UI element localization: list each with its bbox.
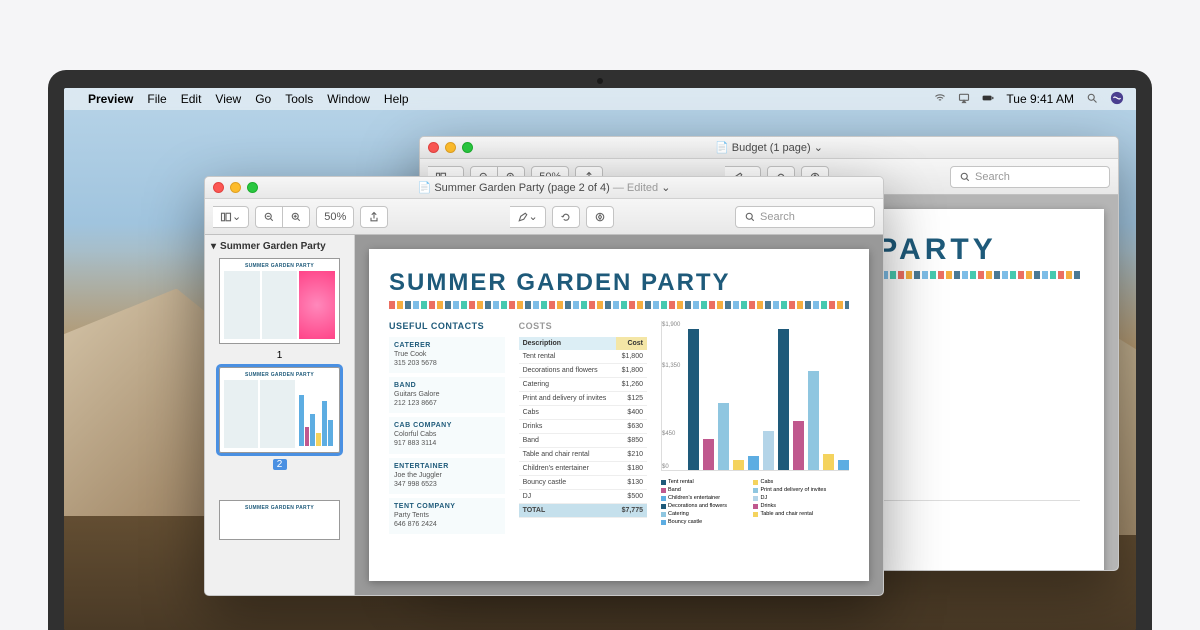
costs-heading: COSTS	[519, 321, 647, 331]
legend-item: Decorations and flowers	[661, 503, 747, 509]
menu-window[interactable]: Window	[327, 92, 370, 106]
rotate-button[interactable]	[552, 206, 580, 228]
contact-block: ENTERTAINERJoe the Juggler347 998 6523	[389, 458, 505, 494]
view-mode-button[interactable]: ⌄	[213, 206, 249, 228]
table-row: Tent rental$1,800	[519, 350, 647, 364]
legend-item: Drinks	[753, 503, 839, 509]
minimize-button[interactable]	[230, 182, 241, 193]
contact-block: CATERERTrue Cook315 203 5678	[389, 337, 505, 373]
table-row: DJ$500	[519, 490, 647, 504]
toolbar: ⌄ 50% ⌄ Search	[205, 199, 883, 235]
markup-button[interactable]	[586, 206, 614, 228]
chart-bar	[808, 371, 819, 470]
table-row: Print and delivery of invites$125	[519, 392, 647, 406]
total-row: TOTAL$7,775	[519, 504, 647, 518]
battery-icon[interactable]	[982, 92, 994, 107]
chart-bar	[703, 439, 714, 470]
legend-item: Catering	[661, 511, 747, 517]
title-chevron-icon[interactable]: ⌄	[661, 182, 670, 194]
zoom-in-button[interactable]	[283, 206, 310, 228]
window-title: Budget (1 page)	[732, 142, 811, 154]
chart-bar	[688, 329, 699, 470]
table-row: Table and chair rental$210	[519, 448, 647, 462]
menubar-clock[interactable]: Tue 9:41 AM	[1006, 92, 1074, 106]
zoom-level[interactable]: 50%	[316, 206, 354, 228]
menu-help[interactable]: Help	[384, 92, 409, 106]
costs-table: DescriptionCost Tent rental$1,800Decorat…	[519, 337, 647, 518]
title-chevron-icon[interactable]: ⌄	[814, 142, 823, 154]
bunting-decoration	[389, 301, 849, 309]
legend-item: Cabs	[753, 479, 839, 485]
zoom-out-button[interactable]	[255, 206, 283, 228]
page-number-selected: 2	[273, 459, 287, 470]
thumbnails-sidebar: ▾ Summer Garden Party SUMMER GARDEN PART…	[205, 235, 355, 595]
siri-icon[interactable]	[1110, 91, 1124, 108]
party-window[interactable]: 📄 Summer Garden Party (page 2 of 4) — Ed…	[204, 176, 884, 596]
legend-item: Table and chair rental	[753, 511, 839, 517]
legend-item: Children's entertainer	[661, 495, 747, 501]
search-input[interactable]: Search	[735, 206, 875, 228]
menu-edit[interactable]: Edit	[181, 92, 202, 106]
menu-file[interactable]: File	[147, 92, 166, 106]
table-row: Catering$1,260	[519, 378, 647, 392]
window-title: Summer Garden Party (page 2 of 4)	[434, 182, 609, 194]
menu-tools[interactable]: Tools	[285, 92, 313, 106]
legend-item: DJ	[753, 495, 839, 501]
chart-bar	[838, 460, 849, 470]
contact-block: CAB COMPANYColorful Cabs917 883 3114	[389, 417, 505, 453]
titlebar[interactable]: 📄 Summer Garden Party (page 2 of 4) — Ed…	[205, 177, 883, 199]
camera-dot	[597, 78, 603, 84]
contact-block: TENT COMPANYParty Tents646 876 2424	[389, 498, 505, 534]
contacts-heading: USEFUL CONTACTS	[389, 321, 505, 331]
legend-item: Tent rental	[661, 479, 747, 485]
page-thumbnail-1[interactable]: SUMMER GARDEN PARTY	[219, 258, 340, 344]
page-number: 1	[211, 350, 348, 361]
close-button[interactable]	[428, 142, 439, 153]
chart-bar	[718, 403, 729, 470]
chart-bar	[733, 460, 744, 470]
table-row: Children's entertainer$180	[519, 462, 647, 476]
airplay-icon[interactable]	[958, 92, 970, 107]
menu-view[interactable]: View	[215, 92, 241, 106]
wifi-icon[interactable]	[934, 92, 946, 107]
doc-title: SUMMER GARDEN PARTY	[389, 269, 849, 297]
cost-chart: $1,900$1,350$450$0	[661, 321, 849, 471]
table-row: Band$850	[519, 434, 647, 448]
chart-bar	[778, 329, 789, 470]
contacts-list: CATERERTrue Cook315 203 5678 BANDGuitars …	[389, 337, 505, 534]
desktop-screen: Preview File Edit View Go Tools Window H…	[64, 88, 1136, 630]
document-page: SUMMER GARDEN PARTY USEFUL CONTACTS CATE…	[369, 249, 869, 581]
page-thumbnail-2[interactable]: SUMMER GARDEN PARTY	[219, 367, 340, 453]
chart-bar	[763, 431, 774, 470]
spotlight-icon[interactable]	[1086, 92, 1098, 107]
sidebar-doc-title[interactable]: ▾ Summer Garden Party	[211, 241, 348, 252]
laptop-bezel: Preview File Edit View Go Tools Window H…	[48, 70, 1152, 630]
legend-item: Band	[661, 487, 747, 493]
table-row: Drinks$630	[519, 420, 647, 434]
table-row: Cabs$400	[519, 406, 647, 420]
chart-bar	[748, 456, 759, 470]
chart-legend: Tent rental Cabs Band Print and delivery of…	[661, 479, 849, 525]
legend-item: Print and delivery of invites	[753, 487, 839, 493]
app-menu[interactable]: Preview	[88, 92, 133, 106]
titlebar[interactable]: 📄 Budget (1 page) ⌄	[420, 137, 1118, 159]
annotate-button[interactable]: ⌄	[510, 206, 546, 228]
search-input[interactable]: Search	[950, 166, 1110, 188]
page-thumbnail-3[interactable]: SUMMER GARDEN PARTY	[219, 500, 340, 540]
menubar: Preview File Edit View Go Tools Window H…	[64, 88, 1136, 110]
legend-item: Bouncy castle	[661, 519, 747, 525]
fullscreen-button[interactable]	[462, 142, 473, 153]
share-button[interactable]	[360, 206, 388, 228]
menu-go[interactable]: Go	[255, 92, 271, 106]
chart-bar	[793, 421, 804, 470]
edited-indicator: — Edited	[613, 182, 658, 194]
close-button[interactable]	[213, 182, 224, 193]
chart-bar	[823, 454, 834, 470]
table-row: Decorations and flowers$1,800	[519, 364, 647, 378]
table-row: Bouncy castle$130	[519, 476, 647, 490]
fullscreen-button[interactable]	[247, 182, 258, 193]
contact-block: BANDGuitars Galore212 123 8667	[389, 377, 505, 413]
minimize-button[interactable]	[445, 142, 456, 153]
